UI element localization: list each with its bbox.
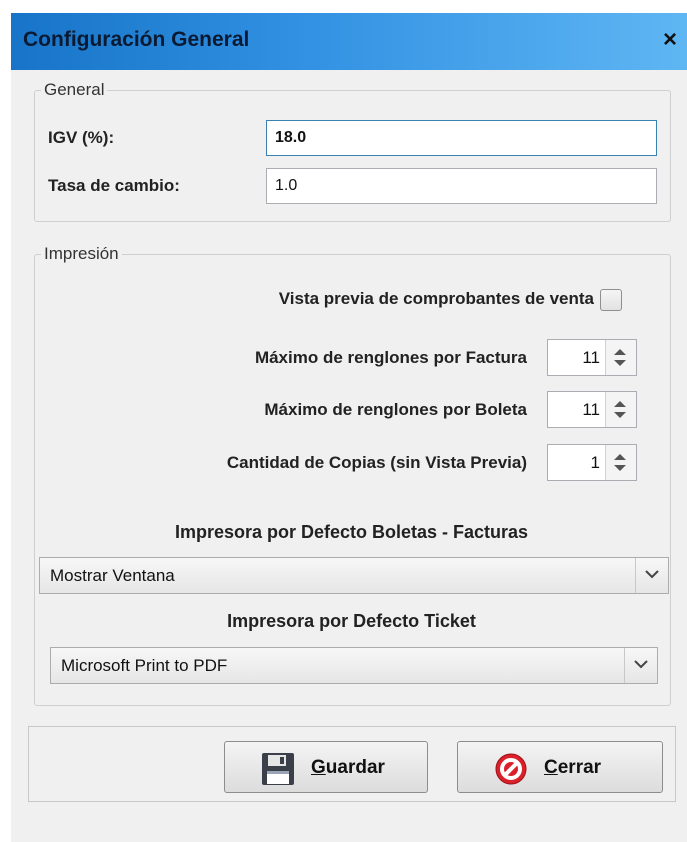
max-factura-value: 11: [582, 348, 600, 367]
max-boleta-stepper[interactable]: 11: [547, 391, 637, 428]
guardar-button[interactable]: Guardar: [224, 741, 428, 793]
cancel-icon: [495, 753, 527, 785]
cerrar-label-rest: errar: [557, 757, 602, 778]
max-boleta-label: Máximo de renglones por Boleta: [264, 400, 527, 419]
chevron-down-icon[interactable]: [614, 360, 626, 366]
impresora-bf-select[interactable]: Mostrar Ventana: [39, 557, 669, 594]
impresora-ticket-select[interactable]: Microsoft Print to PDF: [50, 647, 658, 684]
tasa-cambio-input[interactable]: [266, 168, 657, 204]
igv-input[interactable]: [266, 120, 657, 156]
max-boleta-value: 11: [582, 400, 600, 419]
impresora-bf-value: Mostrar Ventana: [50, 566, 175, 585]
stepper-arrows[interactable]: [605, 445, 636, 480]
guardar-mnemonic: G: [311, 757, 326, 778]
impresora-ticket-label: Impresora por Defecto Ticket: [227, 611, 476, 631]
vista-previa-checkbox[interactable]: [600, 289, 622, 311]
window-title: Configuración General: [23, 28, 250, 51]
cerrar-mnemonic: C: [544, 757, 558, 778]
guardar-label-rest: uardar: [325, 757, 385, 778]
chevron-down-icon: [645, 570, 659, 579]
close-icon[interactable]: ×: [663, 26, 677, 54]
max-factura-stepper[interactable]: 11: [547, 339, 637, 376]
chevron-up-icon[interactable]: [614, 349, 626, 355]
dialog-body: General IGV (%): Tasa de cambio: Impresi…: [11, 70, 687, 842]
copias-stepper[interactable]: 1: [547, 444, 637, 481]
copias-label: Cantidad de Copias (sin Vista Previa): [226, 453, 527, 472]
cerrar-label: Cerrar: [544, 757, 601, 779]
impresora-ticket-value: Microsoft Print to PDF: [61, 656, 228, 675]
impresion-legend: Impresión: [44, 244, 119, 263]
chevron-down-icon[interactable]: [614, 412, 626, 418]
cerrar-button[interactable]: Cerrar: [457, 741, 663, 793]
dropdown-button[interactable]: [635, 558, 668, 593]
chevron-up-icon[interactable]: [614, 454, 626, 460]
dropdown-button[interactable]: [624, 648, 657, 683]
stepper-arrows[interactable]: [605, 392, 636, 427]
igv-label: IGV (%):: [48, 128, 115, 147]
impresora-bf-label: Impresora por Defecto Boletas - Facturas: [174, 522, 529, 542]
chevron-down-icon: [634, 660, 648, 669]
floppy-disk-icon: [262, 753, 294, 785]
chevron-up-icon[interactable]: [614, 401, 626, 407]
chevron-down-icon[interactable]: [614, 465, 626, 471]
tasa-cambio-label: Tasa de cambio:: [48, 176, 180, 195]
titlebar: Configuración General ×: [11, 13, 687, 70]
vista-previa-label: Vista previa de comprobantes de venta: [278, 289, 594, 308]
max-factura-label: Máximo de renglones por Factura: [254, 348, 527, 367]
general-legend: General: [44, 80, 105, 99]
copias-value: 1: [590, 453, 600, 472]
guardar-label: Guardar: [311, 757, 385, 779]
stepper-arrows[interactable]: [605, 340, 636, 375]
